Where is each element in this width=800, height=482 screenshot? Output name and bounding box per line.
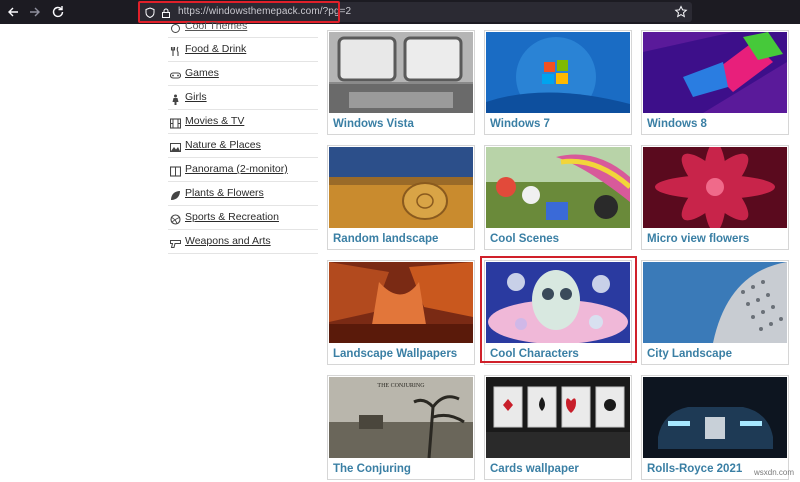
sidebar-item-games[interactable]: Games xyxy=(168,62,318,86)
tile-thumbnail[interactable] xyxy=(486,377,630,458)
sidebar-item-plants-flowers[interactable]: Plants & Flowers xyxy=(168,182,318,206)
tile-thumbnail[interactable] xyxy=(329,32,473,113)
tile-thumbnail[interactable] xyxy=(643,377,787,458)
sidebar-item-food-drink[interactable]: Food & Drink xyxy=(168,38,318,62)
bookmark-star-icon[interactable] xyxy=(674,5,688,19)
tile-the-conjuring[interactable]: THE CONJURING The Conjuring xyxy=(327,375,475,480)
tile-title[interactable]: Landscape Wallpapers xyxy=(333,348,457,360)
tile-landscape-wallpapers[interactable]: Landscape Wallpapers xyxy=(327,260,475,365)
tile-cards-wallpaper[interactable]: Cards wallpaper xyxy=(484,375,632,480)
sidebar-item-label[interactable]: Panorama (2-monitor) xyxy=(185,163,288,176)
tile-thumbnail[interactable]: THE CONJURING xyxy=(329,377,473,458)
sidebar-item-girls[interactable]: Girls xyxy=(168,86,318,110)
tile-cool-scenes[interactable]: Cool Scenes xyxy=(484,145,632,250)
cool-icon xyxy=(170,21,181,33)
person-icon xyxy=(170,92,181,105)
tile-thumbnail[interactable] xyxy=(643,32,787,113)
fork-knife-icon xyxy=(170,44,181,56)
tile-city-landscape[interactable]: City Landscape xyxy=(641,260,789,365)
tile-micro-view-flowers[interactable]: Micro view flowers xyxy=(641,145,789,250)
landscape-icon xyxy=(170,140,181,152)
browser-toolbar: https://windowsthemepack.com/?pg=2 xyxy=(0,0,800,24)
tile-title[interactable]: Windows Vista xyxy=(333,118,414,130)
tile-thumbnail[interactable] xyxy=(486,32,630,113)
tile-thumbnail[interactable] xyxy=(643,147,787,228)
tile-thumbnail[interactable] xyxy=(329,147,473,228)
dual-monitor-icon xyxy=(169,164,182,177)
film-icon xyxy=(169,116,182,129)
tile-title[interactable]: Windows 8 xyxy=(647,118,707,130)
tile-windows-8[interactable]: Windows 8 xyxy=(641,30,789,135)
sidebar-item-cool-themes[interactable]: Cool Themes xyxy=(168,20,318,38)
tile-title[interactable]: Random landscape xyxy=(333,233,438,245)
forward-arrow-icon[interactable] xyxy=(26,3,44,21)
back-arrow-icon[interactable] xyxy=(4,3,22,21)
sidebar-item-label[interactable]: Games xyxy=(185,67,219,80)
reload-icon[interactable] xyxy=(49,3,67,21)
sidebar-item-label[interactable]: Nature & Places xyxy=(185,139,261,152)
sidebar-item-movies-tv[interactable]: Movies & TV xyxy=(168,110,318,134)
ball-icon xyxy=(170,212,181,225)
sidebar-item-weapons-arts[interactable]: Weapons and Arts xyxy=(168,230,318,254)
tile-windows-7[interactable]: Windows 7 xyxy=(484,30,632,135)
tile-title[interactable]: Cool Scenes xyxy=(490,233,559,245)
tile-title[interactable]: Windows 7 xyxy=(490,118,550,130)
tile-random-landscape[interactable]: Random landscape xyxy=(327,145,475,250)
sidebar-item-panorama[interactable]: Panorama (2-monitor) xyxy=(168,158,318,182)
sidebar-item-label[interactable]: Sports & Recreation xyxy=(185,211,279,224)
tile-rolls-royce-2021[interactable]: Rolls-Royce 2021 xyxy=(641,375,789,480)
sidebar-item-label[interactable]: Movies & TV xyxy=(185,115,244,128)
sidebar-item-label[interactable]: Food & Drink xyxy=(185,43,246,56)
tile-title[interactable]: Cards wallpaper xyxy=(490,463,579,475)
tile-highlight-box xyxy=(480,256,637,363)
watermark: wsxdn.com xyxy=(754,468,795,477)
tile-thumbnail[interactable] xyxy=(486,147,630,228)
tile-thumbnail[interactable] xyxy=(329,262,473,343)
tile-title[interactable]: Micro view flowers xyxy=(647,233,749,245)
poster-title-text: THE CONJURING xyxy=(377,383,425,389)
tile-windows-vista[interactable]: Windows Vista xyxy=(327,30,475,135)
gamepad-icon xyxy=(169,68,182,79)
sidebar-item-nature-places[interactable]: Nature & Places xyxy=(168,134,318,158)
sidebar-item-label[interactable]: Weapons and Arts xyxy=(185,235,271,248)
tile-thumbnail[interactable] xyxy=(643,262,787,343)
tile-title[interactable]: City Landscape xyxy=(647,348,732,360)
tile-title[interactable]: Rolls-Royce 2021 xyxy=(647,463,742,475)
sidebar-item-label[interactable]: Plants & Flowers xyxy=(185,187,264,200)
tile-title[interactable]: The Conjuring xyxy=(333,463,411,475)
sidebar-item-label[interactable]: Girls xyxy=(185,91,207,104)
sidebar-item-label[interactable]: Cool Themes xyxy=(185,20,247,33)
category-sidebar: Cool Themes Food & Drink Games Girls Mov… xyxy=(168,20,318,259)
gun-icon xyxy=(170,236,181,248)
leaf-icon xyxy=(170,188,181,200)
sidebar-item-sports-recreation[interactable]: Sports & Recreation xyxy=(168,206,318,230)
